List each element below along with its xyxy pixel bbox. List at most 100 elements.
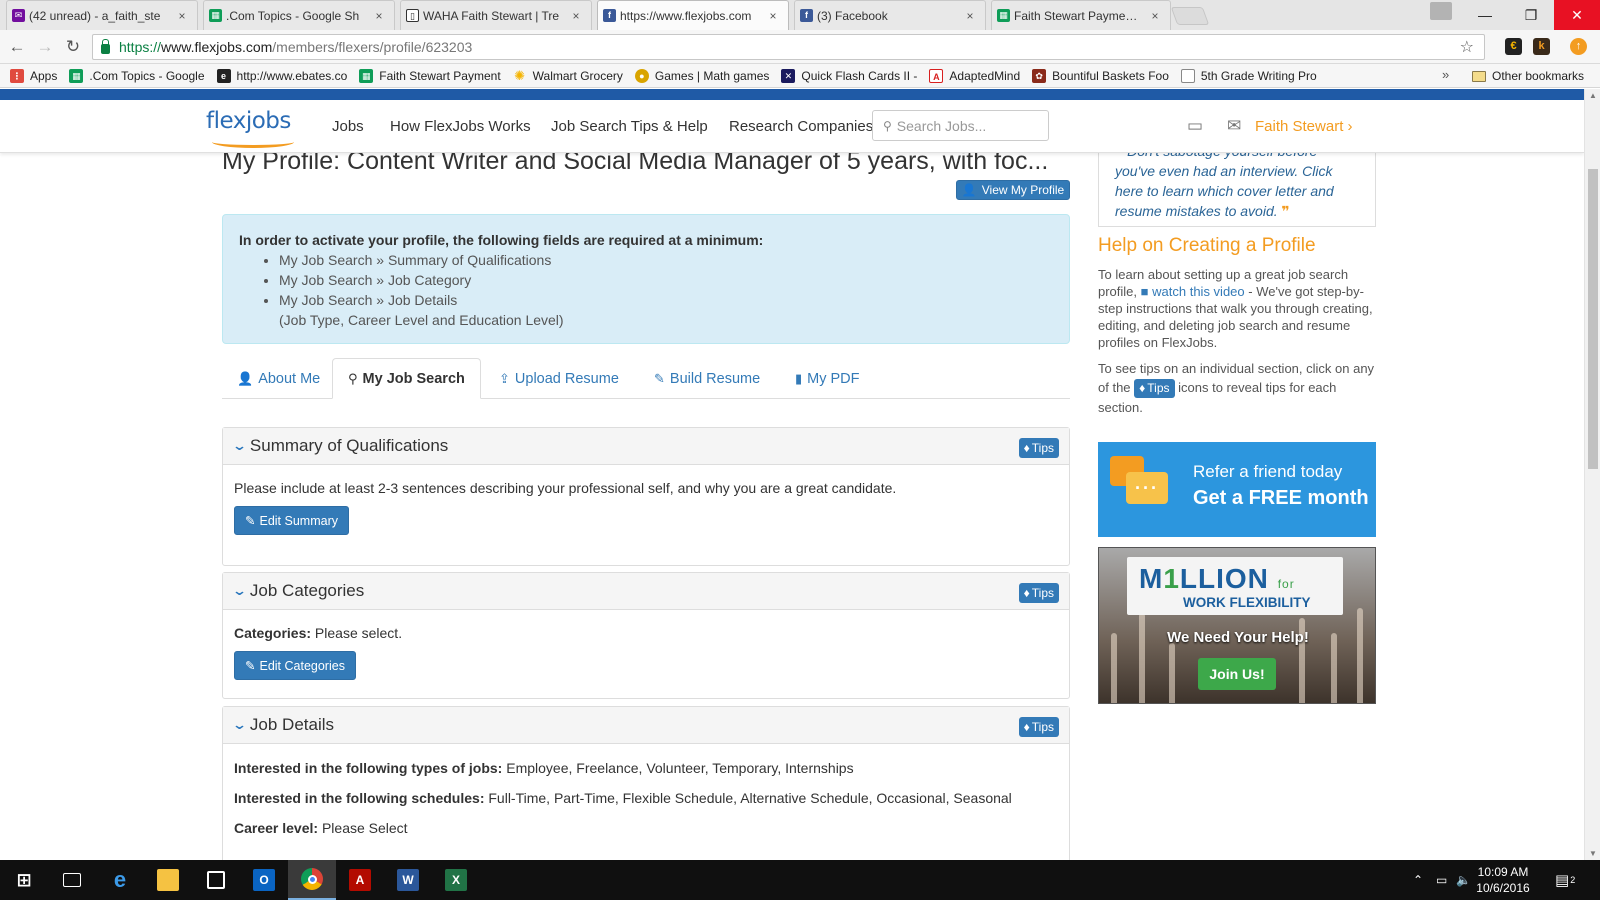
task-view-button[interactable] [48,860,96,900]
join-us-button[interactable]: Join Us! [1198,658,1276,690]
video-camera-icon: ■ [1140,284,1149,299]
chevron-down-icon: ⌄ [231,583,248,598]
nav-jobs[interactable]: Jobs [332,118,364,135]
bookmark-item[interactable]: ● Games | Math games [634,68,769,83]
browser-tab[interactable]: ▯ WAHA Faith Stewart | Tre × [400,0,592,30]
volume-icon[interactable]: 🔈 [1456,860,1471,900]
envelope-icon[interactable]: ✉ [1227,116,1249,135]
tab-my-pdf[interactable]: ▮ My PDF [795,358,860,399]
other-bookmarks[interactable]: Other bookmarks [1472,64,1584,88]
watch-video-link[interactable]: ■ watch this video [1141,284,1245,299]
outlook-button[interactable]: O [240,860,288,900]
reload-icon[interactable]: ↻ [63,37,83,57]
restore-icon[interactable]: ❐ [1508,0,1554,30]
browser-tab[interactable]: ▦ .Com Topics - Google Sh × [203,0,395,30]
tab-upload-resume[interactable]: ⇪ Upload Resume [499,358,619,399]
bookmark-label: http://www.ebates.co [236,68,348,83]
windows-icon: ⊞ [16,869,32,890]
address-bar[interactable]: https://www.flexjobs.com/members/flexers… [92,34,1485,60]
bookmark-item[interactable]: ✕ Quick Flash Cards II - [781,68,917,83]
file-explorer-button[interactable] [144,860,192,900]
action-center-icon[interactable]: ▤ 2 [1555,860,1575,900]
tab-my-job-search[interactable]: ⚲ My Job Search [332,358,481,399]
word-button[interactable]: W [384,860,432,900]
excel-icon: X [445,869,467,891]
edge-button[interactable]: e [96,860,144,900]
refer-a-friend-banner[interactable]: ··· Refer a friend today Get a FREE mont… [1098,442,1376,537]
user-menu[interactable]: Faith Stewart › [1255,118,1353,135]
close-icon[interactable]: × [175,9,189,23]
bookmark-item[interactable]: 5th Grade Writing Pro [1180,68,1317,83]
close-icon[interactable]: × [963,9,977,23]
bookmark-item[interactable]: e http://www.ebates.co [216,68,348,83]
new-tab-button[interactable] [1170,7,1210,25]
tab-about-me[interactable]: 👤 About Me [237,358,320,399]
million-logo: M1LLION for WORK FLEXIBILITY [1127,557,1343,615]
site-search-input[interactable]: ⚲ Search Jobs... [872,110,1049,141]
browser-toolbar: ← → ↻ https://www.flexjobs.com/members/f… [0,30,1600,64]
search-icon: ⚲ [883,118,892,133]
tips-button[interactable]: ♦ Tips [1018,717,1059,737]
scroll-thumb[interactable] [1588,169,1598,469]
ebates-extension-icon[interactable]: € [1505,38,1522,55]
flexjobs-logo[interactable]: flexjobs [206,108,294,148]
close-window-icon[interactable]: ✕ [1554,0,1600,30]
close-icon[interactable]: × [766,9,780,23]
close-icon[interactable]: × [1148,9,1162,23]
minimize-icon[interactable]: — [1462,0,1508,30]
close-icon[interactable]: × [569,9,583,23]
nav-research-companies[interactable]: Research Companies [729,118,873,135]
excel-button[interactable]: X [432,860,480,900]
chrome-button[interactable] [288,860,336,900]
word-icon: W [397,869,419,891]
start-button[interactable]: ⊞ [0,860,48,900]
browser-tab[interactable]: ✉ (42 unread) - a_faith_ste × [6,0,198,30]
browser-tab-active[interactable]: f https://www.flexjobs.com × [597,0,789,30]
bookmark-item[interactable]: A AdaptedMind [929,68,1020,83]
scroll-down-icon[interactable]: ▼ [1589,849,1597,858]
acrobat-button[interactable]: A [336,860,384,900]
chrome-profile-icon[interactable] [1430,2,1452,20]
page-scrollbar[interactable]: ▲ ▼ [1584,89,1600,860]
million-for-work-flexibility-banner[interactable]: M1LLION for WORK FLEXIBILITY We Need You… [1098,547,1376,704]
upgrade-extension-icon[interactable]: ↑ [1570,38,1587,55]
back-arrow-icon[interactable]: ← [7,37,27,57]
activation-alert: In order to activate your profile, the f… [222,214,1070,344]
list-item: My Job Search » Summary of Qualification… [279,250,1053,270]
close-icon[interactable]: × [372,9,386,23]
tips-button[interactable]: ♦ Tips [1018,583,1059,603]
panel-heading[interactable]: ⌄ Job Categories ♦ Tips [223,573,1069,610]
edit-categories-button[interactable]: ✎ Edit Categories [234,651,356,680]
forward-arrow-icon[interactable]: → [35,37,55,57]
panel-heading[interactable]: ⌄ Summary of Qualifications ♦ Tips [223,428,1069,465]
system-clock[interactable]: 10:09 AM 10/6/2016 [1473,864,1533,896]
bookmark-item[interactable]: ✿ Bountiful Baskets Foo [1032,68,1169,83]
bookmark-star-icon[interactable]: ☆ [1460,37,1474,57]
panel-heading[interactable]: ⌄ Job Details ♦ Tips [223,707,1069,744]
edit-summary-button[interactable]: ✎ Edit Summary [234,506,349,535]
bookmark-item[interactable]: ▦ .Com Topics - Google [69,68,205,83]
store-button[interactable] [192,860,240,900]
bookmark-item[interactable]: ▦ Faith Stewart Payment [359,68,501,83]
games-icon: ● [634,68,649,83]
chat-bubble-icon: ··· [1126,472,1168,504]
browser-tab[interactable]: ▦ Faith Stewart Payments_S × [991,0,1171,30]
k-extension-icon[interactable]: k [1533,38,1550,55]
folder-open-icon[interactable]: ▭ [1187,116,1209,135]
bookmarks-overflow-icon[interactable]: » [1442,67,1449,82]
nav-how-it-works[interactable]: How FlexJobs Works [390,118,531,135]
tips-button[interactable]: ♦ Tips [1018,438,1059,458]
clock-time: 10:09 AM [1477,865,1529,879]
chevron-up-icon[interactable]: ⌃ [1413,860,1423,900]
browser-tab[interactable]: f (3) Facebook × [794,0,986,30]
list-item: My Job Search » Job Category [279,270,1053,290]
scroll-up-icon[interactable]: ▲ [1589,91,1597,100]
battery-icon[interactable]: ▭ [1436,860,1447,900]
nav-job-search-tips[interactable]: Job Search Tips & Help [551,118,708,135]
url-host: www.flexjobs.com [161,39,273,55]
bookmark-item[interactable]: ✺ Walmart Grocery [513,69,623,83]
bookmark-apps[interactable]: ⋮ Apps [10,68,57,83]
view-my-profile-button[interactable]: 👤 View My Profile [956,180,1070,200]
tab-build-resume[interactable]: ✎ Build Resume [654,358,760,399]
tips-button[interactable]: ♦ Tips [1134,379,1175,399]
